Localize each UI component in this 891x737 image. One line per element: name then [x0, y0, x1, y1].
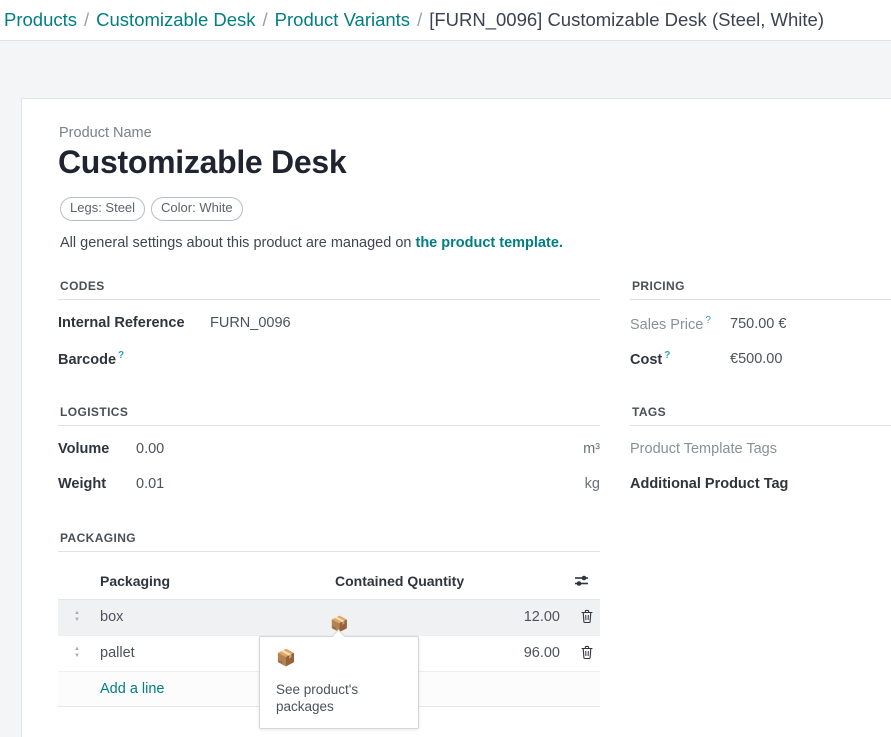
section-title-tags: TAGS — [630, 405, 891, 426]
packaging-section: PACKAGING Packaging Contained Quantity — [58, 531, 600, 707]
header-contained-quantity: Contained Quantity — [335, 567, 574, 600]
row-drag-handle[interactable]: ▲▼ — [58, 635, 96, 671]
field-cost: Cost? €500.00 — [630, 350, 891, 373]
sales-price-label-text: Sales Price — [630, 316, 703, 332]
sales-price-value[interactable]: 750.00 € — [730, 316, 891, 332]
optional-columns-button[interactable] — [574, 567, 600, 600]
codes-fields: Internal Reference FURN_0096 Barcode? — [58, 315, 600, 373]
breadcrumb-item-product-variants[interactable]: Product Variants — [275, 9, 410, 31]
field-barcode: Barcode? — [58, 350, 600, 373]
cost-value[interactable]: €500.00 — [730, 351, 891, 367]
weight-label: Weight — [58, 476, 126, 492]
logistics-fields: Volume 0.00 m³ Weight 0.01 kg — [58, 441, 600, 499]
packaging-table-header-row: Packaging Contained Quantity — [58, 567, 600, 600]
form-sheet: Product Name Customizable Desk Legs: Ste… — [21, 98, 891, 737]
volume-value[interactable]: 0.00 — [136, 441, 573, 457]
section-title-pricing: PRICING — [630, 279, 891, 300]
volume-unit: m³ — [583, 441, 600, 457]
section-title-packaging: PACKAGING — [58, 531, 600, 552]
package-icon: 📦 — [276, 651, 402, 667]
template-note-text: All general settings about this product … — [60, 235, 415, 251]
variant-chip-legs[interactable]: Legs: Steel — [60, 197, 145, 220]
variant-attribute-chips: Legs: Steel Color: White — [60, 197, 891, 220]
drag-handle-icon[interactable]: ▲▼ — [74, 646, 80, 660]
help-icon[interactable]: ? — [118, 350, 124, 361]
pricing-fields: Sales Price? 750.00 € Cost? €500.00 — [630, 315, 891, 373]
section-title-codes: CODES — [58, 279, 600, 300]
product-template-tags-label: Product Template Tags — [630, 441, 777, 457]
cell-contained-quantity[interactable]: 12.00 — [335, 599, 574, 635]
breadcrumb-separator: / — [84, 9, 89, 31]
field-sales-price: Sales Price? 750.00 € — [630, 315, 891, 338]
cell-packaging-name[interactable]: box — [96, 599, 335, 635]
field-product-template-tags: Product Template Tags — [630, 441, 891, 464]
product-template-link[interactable]: the product template. — [415, 235, 562, 251]
cost-label-text: Cost — [630, 351, 662, 367]
breadcrumb-item-current: [FURN_0096] Customizable Desk (Steel, Wh… — [429, 9, 824, 31]
breadcrumb-item-products[interactable]: Products — [4, 9, 77, 31]
section-title-logistics: LOGISTICS — [58, 405, 600, 426]
help-icon[interactable]: ? — [664, 350, 670, 361]
weight-value[interactable]: 0.01 — [136, 476, 575, 492]
drag-handle-icon[interactable]: ▲▼ — [74, 610, 80, 624]
barcode-label: Barcode? — [58, 350, 200, 368]
variant-chip-color[interactable]: Color: White — [151, 197, 243, 220]
add-line-spacer — [58, 671, 96, 706]
breadcrumb: Products / Customizable Desk / Product V… — [0, 0, 891, 41]
row-delete-button[interactable] — [574, 635, 600, 671]
internal-reference-value[interactable]: FURN_0096 — [210, 315, 600, 331]
weight-unit: kg — [585, 476, 600, 492]
row-delete-button[interactable] — [574, 599, 600, 635]
form-columns: CODES Internal Reference FURN_0096 Barco… — [58, 279, 891, 707]
internal-reference-label: Internal Reference — [58, 315, 200, 331]
sales-price-label: Sales Price? — [630, 315, 720, 333]
breadcrumb-separator: / — [263, 9, 268, 31]
field-additional-product-tag: Additional Product Tag — [630, 476, 891, 499]
table-row[interactable]: ▲▼ box 12.00 — [58, 599, 600, 635]
breadcrumb-separator: / — [417, 9, 422, 31]
breadcrumb-item-customizable-desk[interactable]: Customizable Desk — [96, 9, 255, 31]
header-packaging: Packaging — [96, 567, 335, 600]
page-background: Product Name Customizable Desk Legs: Ste… — [0, 41, 891, 737]
cost-label: Cost? — [630, 350, 720, 368]
volume-label: Volume — [58, 441, 126, 457]
help-icon[interactable]: ? — [705, 315, 711, 326]
field-internal-reference: Internal Reference FURN_0096 — [58, 315, 600, 338]
trash-icon[interactable] — [580, 645, 594, 660]
right-column: PRICING Sales Price? 750.00 € Cost? €500… — [630, 279, 891, 707]
field-volume: Volume 0.00 m³ — [58, 441, 600, 464]
header-drag — [58, 567, 96, 600]
barcode-label-text: Barcode — [58, 351, 116, 367]
tooltip-text[interactable]: See product's packages — [276, 682, 358, 714]
template-note: All general settings about this product … — [60, 235, 891, 251]
product-name-label: Product Name — [59, 125, 891, 141]
field-weight: Weight 0.01 kg — [58, 476, 600, 499]
package-tooltip: 📦 See product's packages — [259, 636, 419, 729]
trash-icon[interactable] — [580, 609, 594, 624]
left-column: CODES Internal Reference FURN_0096 Barco… — [58, 279, 630, 707]
sliders-icon[interactable] — [574, 574, 590, 587]
additional-product-tag-label: Additional Product Tag — [630, 476, 788, 492]
tags-fields: Product Template Tags Additional Product… — [630, 441, 891, 499]
add-a-line-button[interactable]: Add a line — [96, 681, 165, 697]
tooltip-arrow — [331, 629, 346, 637]
page-title: Customizable Desk — [58, 143, 891, 181]
row-drag-handle[interactable]: ▲▼ — [58, 599, 96, 635]
